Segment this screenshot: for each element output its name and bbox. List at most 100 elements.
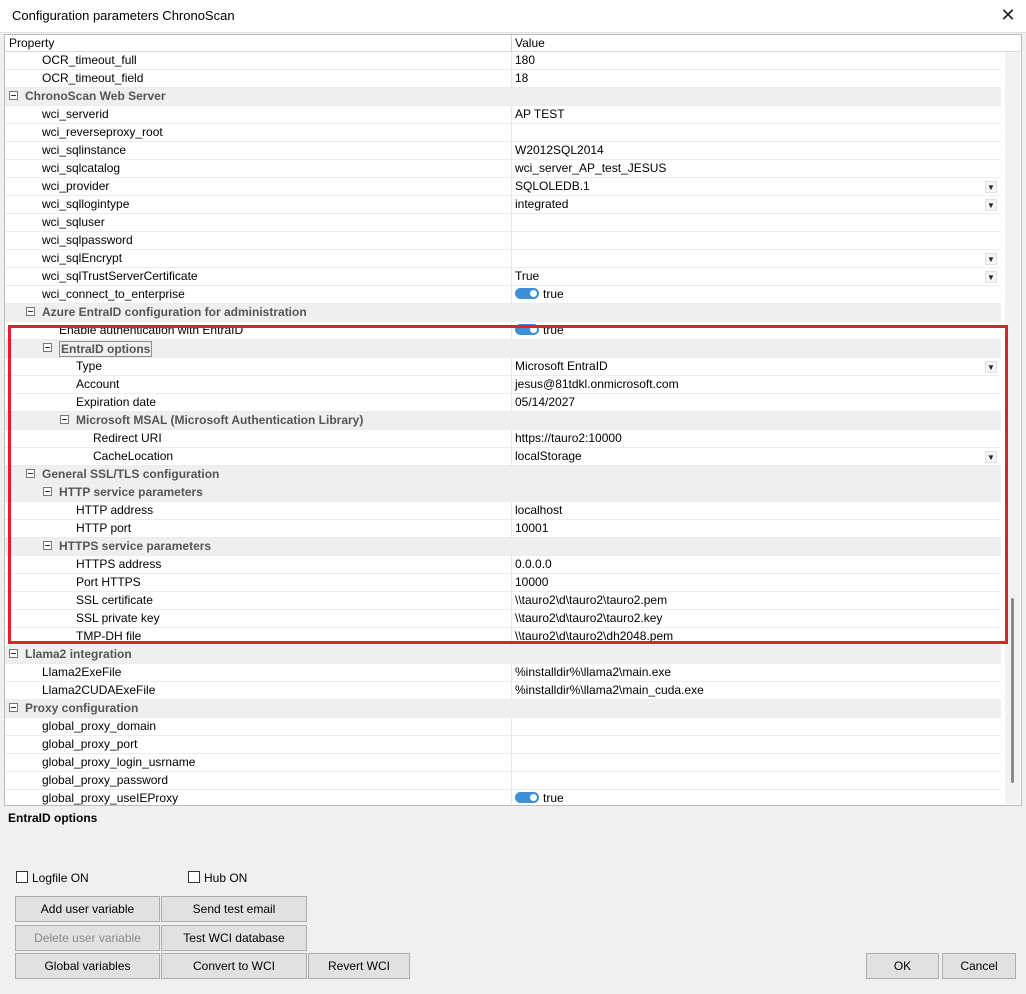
property-row[interactable]: Llama2ExeFile %installdir%\llama2\main.ex… bbox=[5, 664, 1001, 682]
test-wci-database-button[interactable]: Test WCI database bbox=[161, 925, 307, 951]
property-row[interactable]: wci_serverid AP TEST bbox=[5, 106, 1001, 124]
property-row[interactable]: Type Microsoft EntraID ▼ bbox=[5, 358, 1001, 376]
toggle-switch[interactable] bbox=[515, 324, 539, 335]
dropdown-arrow-icon[interactable]: ▼ bbox=[985, 199, 997, 211]
property-value[interactable]: True ▼ bbox=[515, 269, 999, 284]
collapse-icon[interactable] bbox=[60, 415, 69, 424]
property-grid[interactable]: Property Value OCR_timeout_full 180 OCR_ti… bbox=[4, 34, 1022, 806]
property-row[interactable]: wci_sqlTrustServerCertificate True ▼ bbox=[5, 268, 1001, 286]
category-row[interactable]: HTTPS service parameters bbox=[5, 538, 1001, 556]
property-value[interactable]: Microsoft EntraID ▼ bbox=[515, 359, 999, 374]
checkbox-box[interactable] bbox=[16, 871, 28, 883]
collapse-icon[interactable] bbox=[9, 649, 18, 658]
ok-button[interactable]: OK bbox=[866, 953, 939, 979]
property-value[interactable]: localStorage ▼ bbox=[515, 449, 999, 464]
collapse-icon[interactable] bbox=[26, 469, 35, 478]
property-row[interactable]: global_proxy_useIEProxy true bbox=[5, 790, 1001, 805]
property-value[interactable]: ▼ bbox=[515, 251, 999, 266]
property-value[interactable]: 05/14/2027 bbox=[515, 395, 999, 410]
property-row[interactable]: global_proxy_port bbox=[5, 736, 1001, 754]
category-row[interactable]: Llama2 integration bbox=[5, 646, 1001, 664]
dropdown-arrow-icon[interactable]: ▼ bbox=[985, 361, 997, 373]
toggle-switch[interactable] bbox=[515, 288, 539, 299]
category-row[interactable]: ChronoScan Web Server bbox=[5, 88, 1001, 106]
property-row[interactable]: SSL private key \\tauro2\d\tauro2\tauro2.… bbox=[5, 610, 1001, 628]
collapse-icon[interactable] bbox=[9, 703, 18, 712]
toggle-switch[interactable] bbox=[515, 792, 539, 803]
property-value[interactable]: W2012SQL2014 bbox=[515, 143, 999, 158]
property-value[interactable]: true bbox=[515, 323, 999, 338]
property-row[interactable]: global_proxy_login_usrname bbox=[5, 754, 1001, 772]
property-row[interactable]: CacheLocation localStorage ▼ bbox=[5, 448, 1001, 466]
category-row[interactable]: Microsoft MSAL (Microsoft Authentication… bbox=[5, 412, 1001, 430]
property-value[interactable]: 0.0.0.0 bbox=[515, 557, 999, 572]
category-row[interactable]: HTTP service parameters bbox=[5, 484, 1001, 502]
property-row[interactable]: Account jesus@81tdkl.onmicrosoft.com bbox=[5, 376, 1001, 394]
property-row[interactable]: Enable authentication with EntraID true bbox=[5, 322, 1001, 340]
property-row[interactable]: wci_sqlinstance W2012SQL2014 bbox=[5, 142, 1001, 160]
property-value[interactable] bbox=[515, 215, 999, 230]
delete-user-variable-button[interactable]: Delete user variable bbox=[15, 925, 160, 951]
property-value[interactable] bbox=[515, 719, 999, 734]
property-value[interactable]: jesus@81tdkl.onmicrosoft.com bbox=[515, 377, 999, 392]
property-row[interactable]: global_proxy_password bbox=[5, 772, 1001, 790]
property-value[interactable]: AP TEST bbox=[515, 107, 999, 122]
category-row[interactable]: Azure EntraID configuration for administ… bbox=[5, 304, 1001, 322]
property-value[interactable]: \\tauro2\d\tauro2\dh2048.pem bbox=[515, 629, 999, 644]
category-row[interactable]: EntraID options bbox=[5, 340, 1001, 358]
revert-wci-button[interactable]: Revert WCI bbox=[308, 953, 410, 979]
property-value[interactable]: localhost bbox=[515, 503, 999, 518]
cancel-button[interactable]: Cancel bbox=[942, 953, 1016, 979]
column-separator[interactable] bbox=[511, 35, 512, 51]
scrollbar-thumb[interactable] bbox=[1011, 598, 1014, 783]
close-icon[interactable]: ✕ bbox=[996, 4, 1020, 26]
property-row[interactable]: wci_sqllogintype integrated ▼ bbox=[5, 196, 1001, 214]
property-value[interactable]: %installdir%\llama2\main_cuda.exe bbox=[515, 683, 999, 698]
dropdown-arrow-icon[interactable]: ▼ bbox=[985, 253, 997, 265]
hub-checkbox[interactable]: Hub ON bbox=[188, 871, 247, 885]
property-value[interactable]: https://tauro2:10000 bbox=[515, 431, 999, 446]
property-value[interactable] bbox=[515, 773, 999, 788]
property-row[interactable]: wci_reverseproxy_root bbox=[5, 124, 1001, 142]
global-variables-button[interactable]: Global variables bbox=[15, 953, 160, 979]
property-value[interactable]: SQLOLEDB.1 ▼ bbox=[515, 179, 999, 194]
property-row[interactable]: wci_sqlpassword bbox=[5, 232, 1001, 250]
property-value[interactable]: %installdir%\llama2\main.exe bbox=[515, 665, 999, 680]
checkbox-box[interactable] bbox=[188, 871, 200, 883]
property-value[interactable]: integrated ▼ bbox=[515, 197, 999, 212]
property-row[interactable]: SSL certificate \\tauro2\d\tauro2\tauro2.… bbox=[5, 592, 1001, 610]
property-row[interactable]: Llama2CUDAExeFile %installdir%\llama2\mai… bbox=[5, 682, 1001, 700]
property-value[interactable] bbox=[515, 125, 999, 140]
property-column-header[interactable]: Property bbox=[9, 36, 54, 50]
send-test-email-button[interactable]: Send test email bbox=[161, 896, 307, 922]
property-value[interactable]: 10001 bbox=[515, 521, 999, 536]
property-value[interactable]: 10000 bbox=[515, 575, 999, 590]
dropdown-arrow-icon[interactable]: ▼ bbox=[985, 271, 997, 283]
property-value[interactable]: wci_server_AP_test_JESUS bbox=[515, 161, 999, 176]
property-row[interactable]: wci_connect_to_enterprise true bbox=[5, 286, 1001, 304]
collapse-icon[interactable] bbox=[43, 343, 52, 352]
logfile-checkbox[interactable]: Logfile ON bbox=[16, 871, 89, 885]
property-row[interactable]: OCR_timeout_full 180 bbox=[5, 52, 1001, 70]
property-row[interactable]: OCR_timeout_field 18 bbox=[5, 70, 1001, 88]
property-row[interactable]: Port HTTPS 10000 bbox=[5, 574, 1001, 592]
property-value[interactable]: \\tauro2\d\tauro2\tauro2.pem bbox=[515, 593, 999, 608]
property-row[interactable]: HTTPS address 0.0.0.0 bbox=[5, 556, 1001, 574]
property-row[interactable]: HTTP port 10001 bbox=[5, 520, 1001, 538]
convert-to-wci-button[interactable]: Convert to WCI bbox=[161, 953, 307, 979]
category-row[interactable]: General SSL/TLS configuration bbox=[5, 466, 1001, 484]
property-row[interactable]: wci_provider SQLOLEDB.1 ▼ bbox=[5, 178, 1001, 196]
property-row[interactable]: wci_sqluser bbox=[5, 214, 1001, 232]
collapse-icon[interactable] bbox=[43, 487, 52, 496]
collapse-icon[interactable] bbox=[43, 541, 52, 550]
collapse-icon[interactable] bbox=[26, 307, 35, 316]
collapse-icon[interactable] bbox=[9, 91, 18, 100]
property-row[interactable]: wci_sqlEncrypt ▼ bbox=[5, 250, 1001, 268]
property-value[interactable]: 180 bbox=[515, 53, 999, 68]
property-value[interactable] bbox=[515, 755, 999, 770]
property-value[interactable]: 18 bbox=[515, 71, 999, 86]
category-row[interactable]: Proxy configuration bbox=[5, 700, 1001, 718]
value-column-header[interactable]: Value bbox=[515, 36, 545, 50]
property-value[interactable] bbox=[515, 233, 999, 248]
add-user-variable-button[interactable]: Add user variable bbox=[15, 896, 160, 922]
